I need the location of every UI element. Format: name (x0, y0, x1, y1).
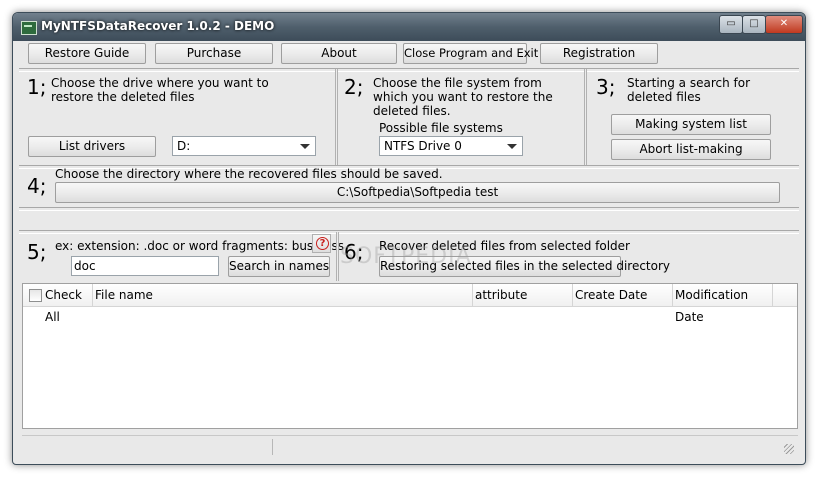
chevron-down-icon (507, 144, 517, 149)
minimize-button[interactable]: ▭ (719, 15, 743, 34)
step3-instructions: Starting a search for deleted files (627, 76, 751, 104)
maximize-button[interactable]: □ (742, 15, 766, 34)
resize-grip-icon[interactable] (784, 444, 794, 454)
title-bar[interactable]: MyNTFSDataRecover 1.0.2 - DEMO ▭ □ ✕ (13, 13, 805, 41)
search-in-names-button[interactable]: Search in names (228, 256, 330, 277)
step-number: 3; (596, 75, 616, 99)
divider (19, 68, 799, 72)
window-title: MyNTFSDataRecover 1.0.2 - DEMO (41, 19, 275, 33)
column-header-modification-date[interactable]: Modification Date (673, 284, 773, 324)
chevron-down-icon (300, 144, 310, 149)
column-header-attribute[interactable]: attribute (473, 284, 573, 306)
drive-select-value: D: (177, 139, 191, 153)
close-program-button[interactable]: Close Program and Exit (403, 43, 538, 64)
step1-instructions: Choose the drive where you want to resto… (51, 76, 269, 104)
abort-list-making-button[interactable]: Abort list-making (611, 139, 771, 160)
close-button[interactable]: ✕ (765, 15, 803, 34)
step-number: 4; (27, 174, 47, 198)
column-header-file-name[interactable]: File name (93, 284, 473, 306)
divider (19, 207, 799, 211)
list-drivers-button[interactable]: List drivers (28, 136, 156, 157)
file-list-header: Check All File name attribute Create Dat… (23, 284, 797, 324)
app-window: MyNTFSDataRecover 1.0.2 - DEMO ▭ □ ✕ Res… (12, 12, 806, 465)
help-icon[interactable]: ? (312, 234, 331, 253)
check-all-checkbox[interactable] (29, 289, 42, 302)
purchase-button[interactable]: Purchase (155, 43, 273, 64)
possible-file-systems-label: Possible file systems (379, 121, 503, 135)
making-system-list-button[interactable]: Making system list (611, 114, 771, 135)
status-bar (22, 435, 798, 458)
check-all-label: Check All (45, 288, 82, 324)
step4-instructions: Choose the directory where the recovered… (55, 167, 443, 181)
file-list[interactable]: Check All File name attribute Create Dat… (22, 283, 798, 429)
restore-guide-button[interactable]: Restore Guide (28, 43, 146, 64)
app-icon (21, 21, 37, 35)
divider (336, 232, 339, 281)
check-all-column[interactable]: Check All (23, 284, 93, 324)
output-directory-button[interactable]: C:\Softpedia\Softpedia test (55, 182, 780, 203)
step2-instructions: Choose the file system from which you wa… (373, 76, 553, 118)
divider (335, 69, 338, 165)
search-input[interactable]: doc (71, 256, 219, 276)
registration-button[interactable]: Registration (540, 43, 658, 64)
step5-instructions: ex: extension: .doc or word fragments: b… (55, 239, 344, 253)
step-number: 5; (27, 240, 47, 264)
step-number: 2; (344, 75, 364, 99)
divider (19, 230, 799, 234)
watermark: SOFTPEDIA (340, 244, 472, 269)
status-bar-separator (272, 439, 273, 455)
column-header-create-date[interactable]: Create Date (573, 284, 673, 306)
file-system-select-value: NTFS Drive 0 (384, 139, 462, 153)
about-button[interactable]: About (281, 43, 397, 64)
divider (584, 69, 587, 165)
file-system-select[interactable]: NTFS Drive 0 (379, 136, 523, 156)
drive-select[interactable]: D: (172, 136, 316, 156)
step-number: 1; (27, 75, 47, 99)
